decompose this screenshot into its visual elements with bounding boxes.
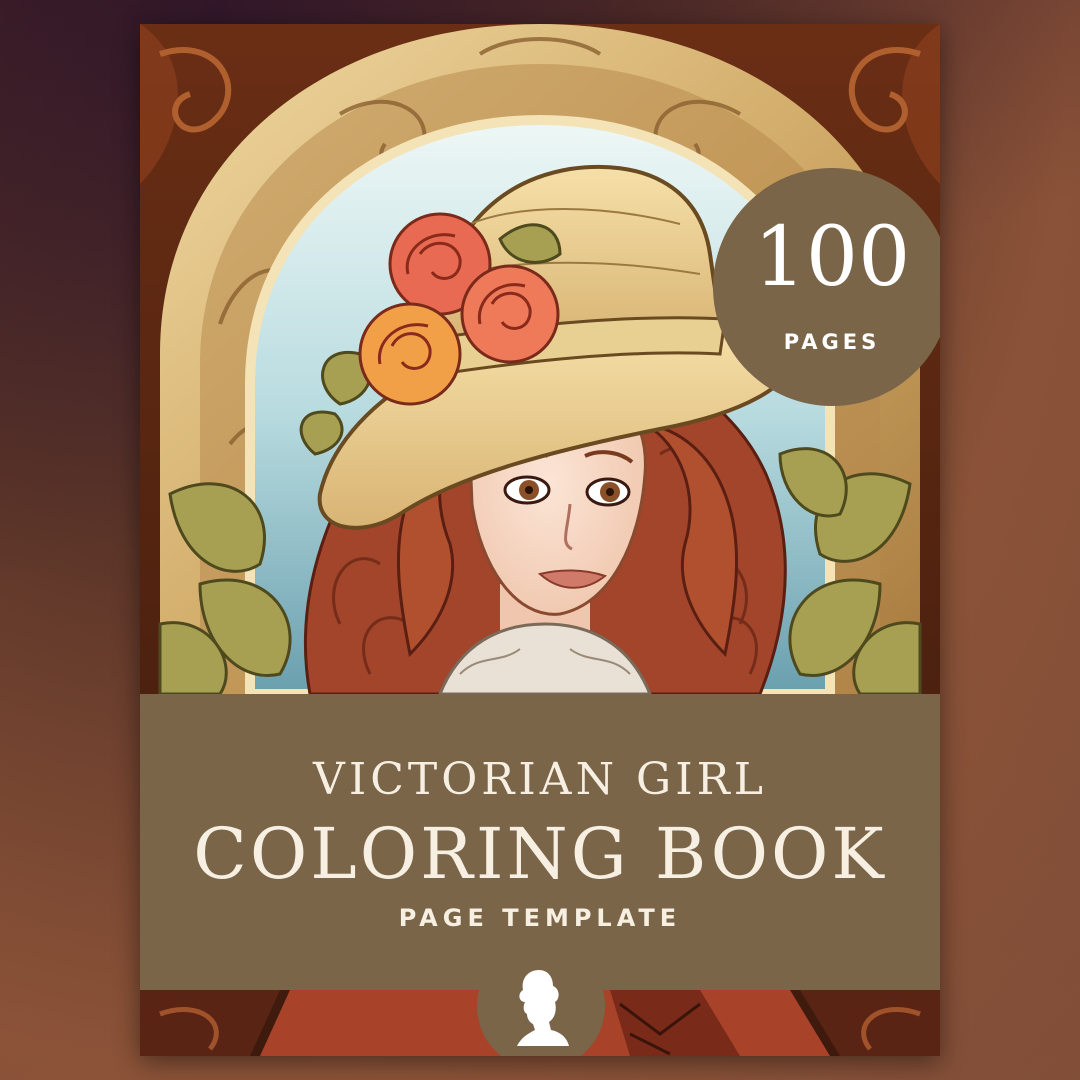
page-count-label: PAGES [783, 330, 881, 354]
emblem-badge [477, 942, 605, 1056]
woman-silhouette-icon [517, 970, 569, 1046]
page-count-badge: 100 PAGES [713, 168, 940, 406]
cover-subtitle: PAGE TEMPLATE [398, 904, 682, 932]
page-count-number: 100 [753, 210, 911, 305]
book-cover: VICTORIAN GIRL COLORING BOOK PAGE TEMPLA… [140, 24, 940, 1056]
cover-title-line-1: VICTORIAN GIRL [313, 754, 767, 805]
cover-title-line-2: COLORING BOOK [193, 813, 887, 895]
